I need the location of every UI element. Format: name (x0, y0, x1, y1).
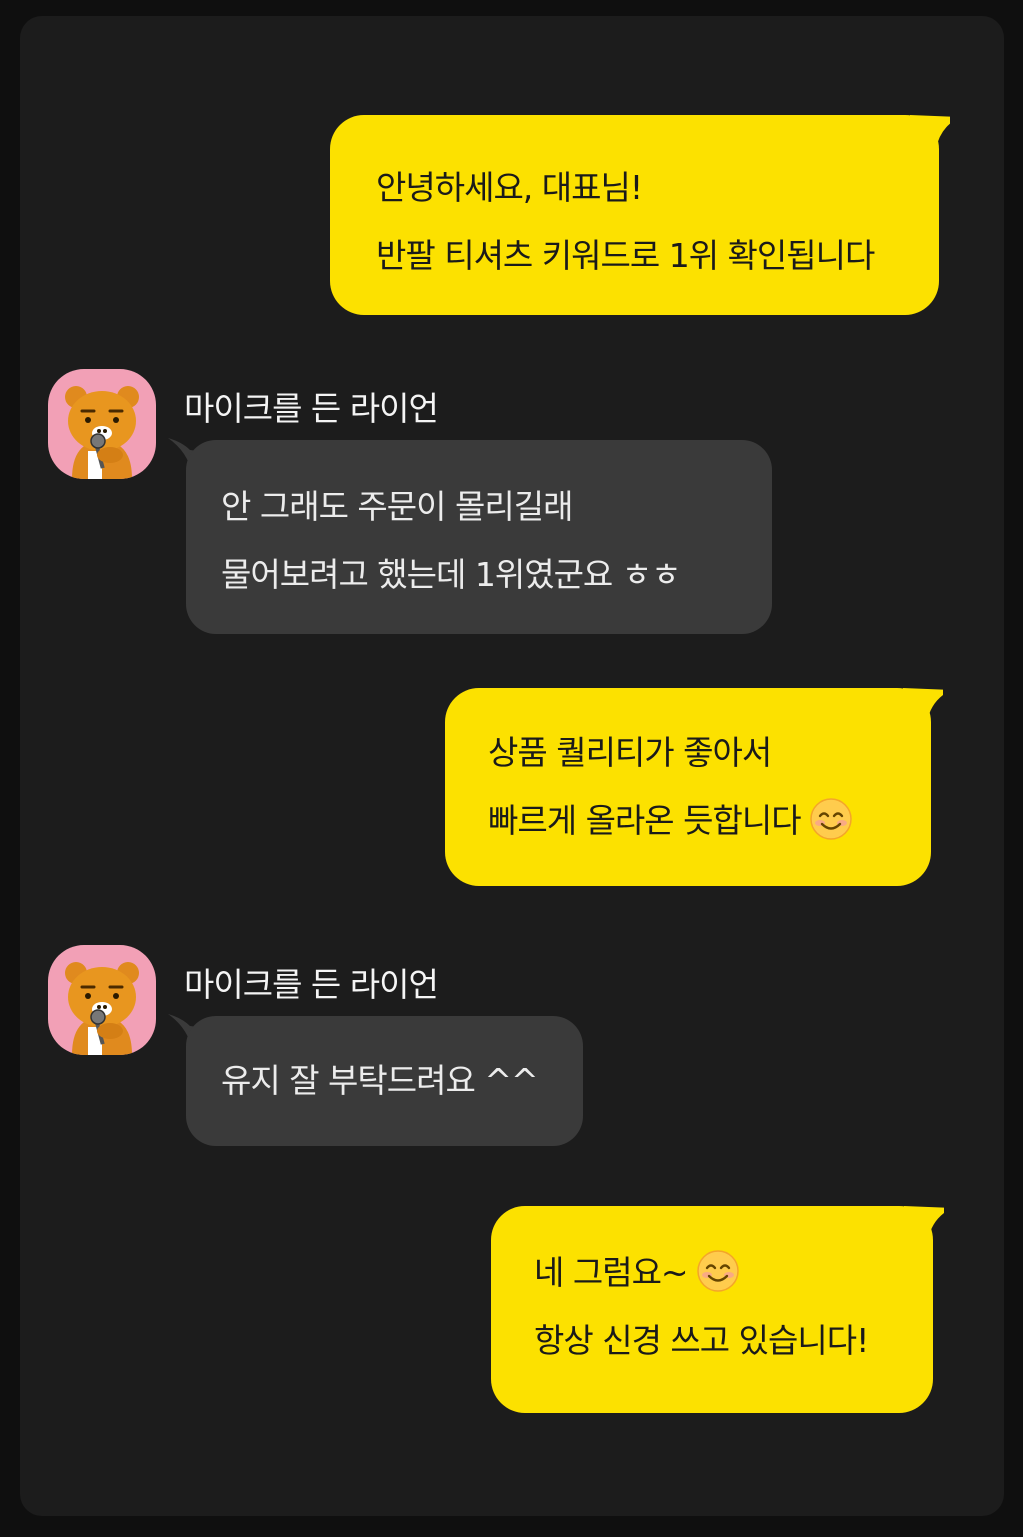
their-message-bubble[interactable]: 유지 잘 부탁드려요 ^^ (186, 1016, 583, 1146)
message-text: 네 그럼요~ (534, 1253, 689, 1292)
message-text-line: 안 그래도 주문이 몰리길래 (221, 487, 573, 526)
message-text-line: 항상 신경 쓰고 있습니다! (534, 1321, 869, 1360)
my-bubble-tail (910, 115, 950, 149)
smiling-face-emoji-icon (696, 1249, 740, 1293)
message-text-line: 유지 잘 부탁드려요 ^^ (221, 1061, 539, 1100)
message-text-line: 안녕하세요, 대표님! (376, 168, 643, 207)
my-message-bubble[interactable]: 네 그럼요~ 항상 신경 쓰고 있습니다! (491, 1206, 933, 1413)
my-message-bubble[interactable]: 안녕하세요, 대표님! 반팔 티셔츠 키워드로 1위 확인됩니다 (330, 115, 939, 315)
smiling-face-emoji-icon (809, 797, 853, 841)
my-bubble-tail (903, 688, 943, 722)
message-text: 빠르게 올라온 듯합니다 (488, 801, 802, 840)
message-text-line: 상품 퀄리티가 좋아서 (488, 733, 772, 772)
my-bubble-tail (904, 1206, 944, 1240)
message-text-line: 물어보려고 했는데 1위였군요 ㅎㅎ (221, 555, 682, 594)
my-message-bubble[interactable]: 상품 퀄리티가 좋아서 빠르게 올라온 듯합니다 (445, 688, 931, 886)
ryan-avatar-icon[interactable] (48, 945, 156, 1055)
ryan-avatar-icon[interactable] (48, 369, 156, 479)
sender-name: 마이크를 든 라이언 (184, 389, 439, 428)
their-message-bubble[interactable]: 안 그래도 주문이 몰리길래 물어보려고 했는데 1위였군요 ㅎㅎ (186, 440, 772, 634)
message-text-line: 반팔 티셔츠 키워드로 1위 확인됩니다 (376, 236, 875, 275)
message-text-line: 네 그럼요~ (534, 1239, 933, 1307)
sender-name: 마이크를 든 라이언 (184, 965, 439, 1004)
message-text-line: 빠르게 올라온 듯합니다 (488, 787, 931, 855)
